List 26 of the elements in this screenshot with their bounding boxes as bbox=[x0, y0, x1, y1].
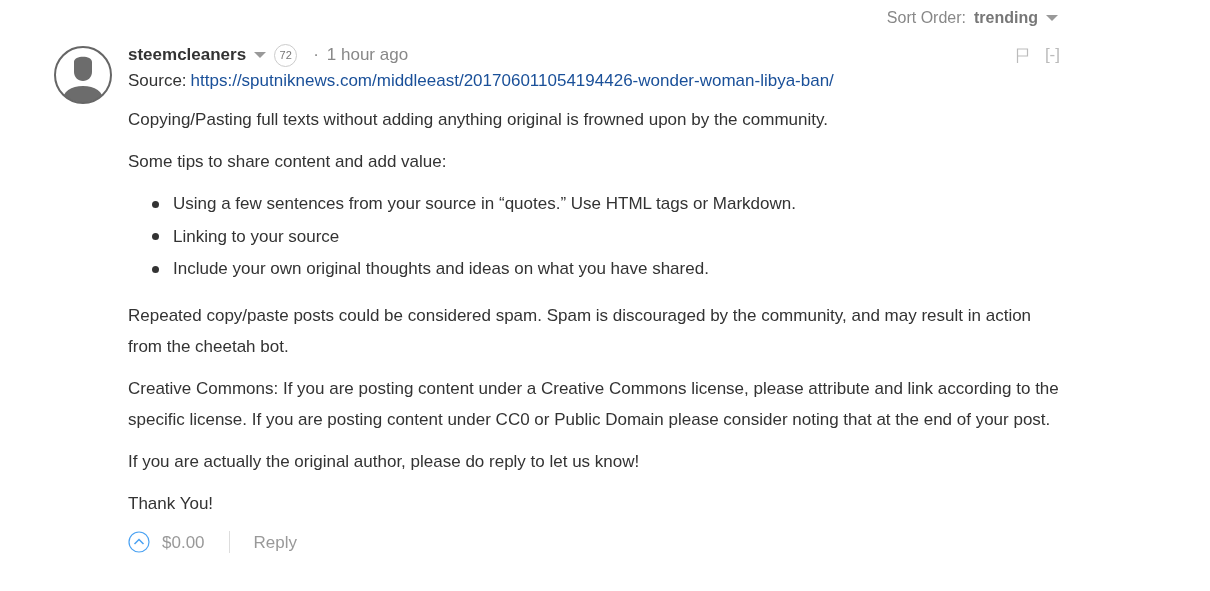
author-link[interactable]: steemcleaners bbox=[128, 42, 247, 68]
bullet-icon bbox=[152, 233, 159, 241]
paragraph: Copying/Pasting full texts without adding anything original is frowned upon by the community. bbox=[128, 109, 829, 131]
list-item: Include your own original thoughts and ideas on what you have shared. bbox=[173, 258, 709, 280]
paragraph: Repeated copy/paste posts could be considered spam. Spam is discouraged by the community, and may result in action from the cheetah bot. bbox=[128, 304, 1033, 358]
caret-icon bbox=[254, 51, 267, 59]
caret-icon bbox=[1046, 14, 1058, 22]
reply-link[interactable]: Reply bbox=[253, 529, 297, 555]
sort-label: Sort Order: bbox=[886, 8, 966, 28]
paragraph: Creative Commons: If you are posting content under a Creative Commons license, please attribute and link according to the specific license. If you are posting content under CC0 or Public Domain please consider noting that at the end of your post. bbox=[128, 377, 1060, 431]
avatar-icon[interactable] bbox=[54, 46, 112, 104]
upvote-icon[interactable] bbox=[128, 531, 150, 554]
paragraph: Some tips to share content and add value: bbox=[128, 151, 448, 173]
paragraph: Thank You! bbox=[128, 492, 215, 515]
list-item: Using a few sentences from your source in “quotes.” Use HTML tags or Markdown. bbox=[173, 193, 796, 215]
source-label: Source: bbox=[128, 71, 187, 90]
payout-amount: $0.00 bbox=[162, 531, 205, 554]
list-item: Linking to your source bbox=[173, 225, 340, 248]
paragraph: If you are actually the original author, please do reply to let us know! bbox=[128, 450, 641, 473]
timestamp: 1 hour ago bbox=[326, 44, 409, 67]
source-link[interactable]: https://sputniknews.com/middleeast/201706011054194426-wonder-woman-libya-ban/ bbox=[190, 71, 834, 90]
flag-icon[interactable] bbox=[1015, 47, 1029, 63]
sort-dropdown[interactable]: trending bbox=[974, 6, 1058, 30]
bullet-icon bbox=[152, 200, 159, 208]
separator-dot: · bbox=[313, 44, 319, 67]
bullet-icon bbox=[152, 265, 159, 273]
